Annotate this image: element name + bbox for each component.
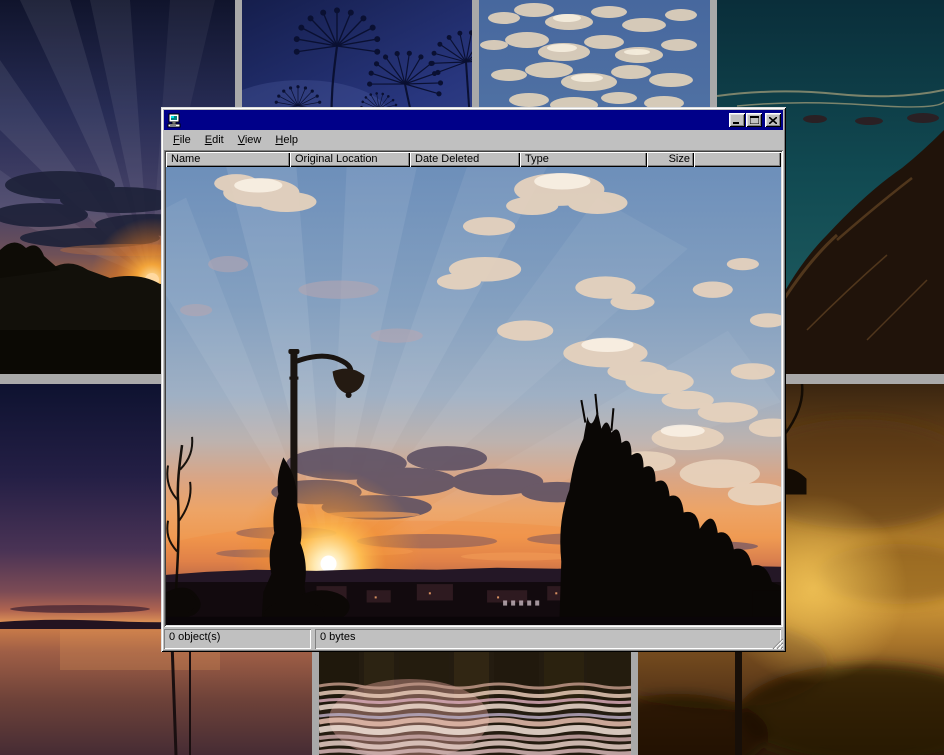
recycle-bin-window: File Edit View Help Name Original Locati…: [161, 107, 786, 652]
status-objects-panel: 0 object(s): [164, 629, 311, 649]
computer-icon[interactable]: [166, 113, 182, 128]
status-bar: 0 object(s) 0 bytes: [164, 627, 783, 649]
menu-item-file[interactable]: File: [166, 132, 198, 148]
maximize-button[interactable]: [746, 113, 762, 127]
street-lamp-sunset-image: [166, 167, 781, 625]
column-header-size[interactable]: Size: [647, 152, 694, 167]
status-bytes-panel: 0 bytes: [315, 629, 781, 649]
cloud-streak: [10, 605, 150, 613]
resize-grip[interactable]: [770, 636, 783, 649]
column-header-date-deleted[interactable]: Date Deleted: [410, 152, 520, 167]
menu-item-view[interactable]: View: [231, 132, 269, 148]
column-header-row: Name Original Location Date Deleted Type…: [166, 152, 781, 167]
desktop-wallpaper-grid: File Edit View Help Name Original Locati…: [0, 0, 944, 755]
close-icon: [769, 117, 777, 124]
menu-item-edit[interactable]: Edit: [198, 132, 231, 148]
minimize-button[interactable]: [729, 113, 745, 127]
maximize-icon: [750, 116, 759, 124]
menu-item-help[interactable]: Help: [268, 132, 305, 148]
column-header-name[interactable]: Name: [166, 152, 290, 167]
column-header-type[interactable]: Type: [520, 152, 647, 167]
title-bar[interactable]: [164, 110, 783, 130]
menu-bar: File Edit View Help: [164, 130, 783, 150]
file-list-area[interactable]: Name Original Location Date Deleted Type…: [164, 150, 783, 627]
column-header-original-location[interactable]: Original Location: [290, 152, 410, 167]
list-background-photo: [166, 167, 781, 625]
column-header-filler: [694, 152, 781, 167]
minimize-icon: [733, 117, 741, 124]
close-button[interactable]: [765, 113, 781, 127]
